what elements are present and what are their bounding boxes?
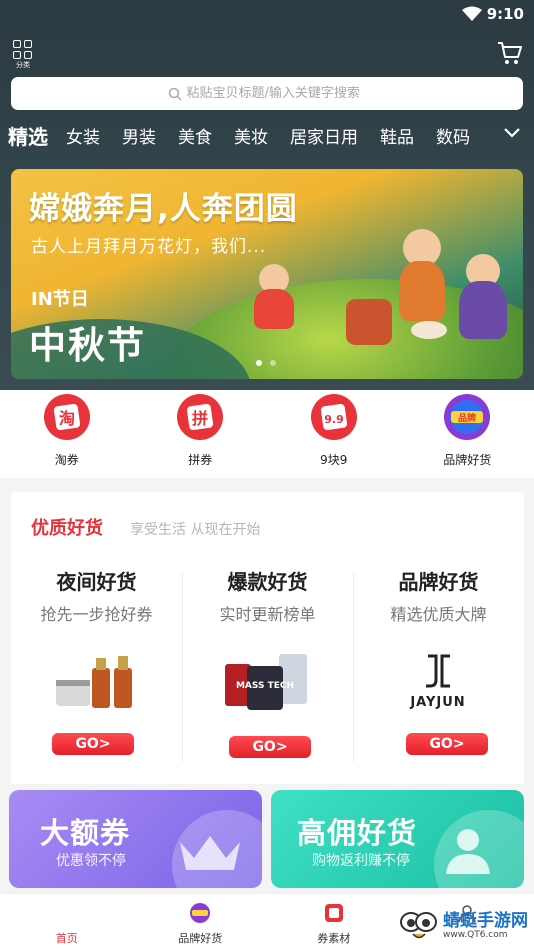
- brand-nav-icon: [190, 903, 211, 923]
- nav-label: 券素材: [317, 932, 351, 945]
- premium-brand[interactable]: 品牌好货 精选优质大牌 JAYJUN GO>: [353, 556, 524, 782]
- section-title: 优质好货: [31, 518, 103, 539]
- nine-nine-icon: 9.9: [310, 394, 357, 440]
- supplement-image: MASS TECH: [225, 654, 307, 710]
- product-label: MASS TECH: [236, 681, 294, 691]
- banner-tag: IN节日: [31, 289, 89, 310]
- quick-item-9-9[interactable]: 9.9 9块9: [267, 390, 401, 478]
- promo-title: 高佣好货: [297, 816, 418, 850]
- category-tabs: 精选 女装 男装 美食 美妆 居家日用 鞋品 数码: [0, 119, 534, 151]
- go-button[interactable]: GO>: [229, 736, 311, 758]
- watermark-url: www.QT6.com: [443, 930, 508, 940]
- picnic-basket: [346, 299, 392, 345]
- carousel-dot[interactable]: [270, 360, 276, 366]
- nav-home[interactable]: 首页: [0, 894, 134, 949]
- banner-carousel[interactable]: 嫦娥奔月,人奔团圆 古人上月拜月万花灯，我们... IN节日 中秋节: [11, 169, 523, 379]
- cart-icon[interactable]: [497, 40, 523, 66]
- nav-brand[interactable]: 品牌好货: [134, 894, 268, 949]
- chevron-down-icon[interactable]: [503, 124, 521, 142]
- tab-women[interactable]: 女装: [66, 123, 100, 148]
- quick-item-taobao[interactable]: 淘 淘券: [0, 390, 134, 478]
- tab-beauty[interactable]: 美妆: [234, 123, 268, 148]
- premium-col-title: 夜间好货: [56, 570, 137, 594]
- tab-men[interactable]: 男装: [122, 123, 156, 148]
- quick-item-pin[interactable]: 拼 拼券: [134, 390, 268, 478]
- tab-digital[interactable]: 数码: [436, 123, 470, 148]
- brand-logo: JAYJUN: [409, 654, 465, 710]
- premium-col-sub: 抢先一步抢好券: [40, 605, 153, 624]
- quick-label: 淘券: [54, 453, 79, 467]
- tab-featured[interactable]: 精选: [8, 121, 48, 150]
- watermark-name: 蜻蜓手游网: [443, 911, 528, 931]
- quick-glyph: 淘: [59, 409, 75, 428]
- premium-col-sub: 精选优质大牌: [390, 605, 487, 624]
- tab-home[interactable]: 居家日用: [290, 123, 358, 148]
- status-time: 9:10: [486, 5, 524, 23]
- nav-material[interactable]: 券素材: [267, 894, 401, 949]
- search-bar[interactable]: [11, 77, 523, 110]
- tab-shoes[interactable]: 鞋品: [380, 123, 414, 148]
- category-button[interactable]: 分类: [13, 40, 35, 69]
- tab-food[interactable]: 美食: [178, 123, 212, 148]
- category-label: 分类: [16, 61, 30, 69]
- wifi-icon: [462, 6, 482, 21]
- promo-title: 大额券: [40, 816, 131, 850]
- watermark: 蜻蜓手游网 www.QT6.com: [399, 908, 528, 944]
- banner-main-text: 中秋节: [29, 324, 146, 367]
- quick-label: 9块9: [320, 453, 348, 467]
- search-icon: [168, 87, 182, 101]
- quick-label: 拼券: [188, 453, 213, 467]
- promo-big-coupon[interactable]: 大额券 优惠领不停: [9, 790, 262, 888]
- quick-entries: 淘 淘券 拼 拼券 9.9 9块9 品牌 品牌好货: [0, 390, 534, 478]
- quick-glyph: 9.9: [324, 413, 344, 426]
- premium-col-sub: 实时更新榜单: [219, 605, 316, 624]
- promo-subtitle: 优惠领不停: [56, 853, 126, 869]
- carousel-dots: [256, 360, 276, 366]
- cosmetics-image: [56, 656, 132, 708]
- premium-col-title: 爆款好货: [227, 570, 308, 594]
- grid-icon: [13, 40, 35, 59]
- premium-night[interactable]: 夜间好货 抢先一步抢好券 GO>: [11, 556, 182, 782]
- quick-item-brand[interactable]: 品牌 品牌好货: [401, 390, 534, 478]
- premium-hot[interactable]: 爆款好货 实时更新榜单 MASS TECH GO>: [182, 556, 353, 782]
- group-coupon-icon: 拼: [177, 394, 224, 440]
- coupon-material-icon: [324, 904, 343, 922]
- premium-goods-card: 优质好货 享受生活 从现在开始 夜间好货 抢先一步抢好券 GO> 爆款好货 实时…: [11, 492, 524, 784]
- dragonfly-logo-icon: [400, 912, 437, 939]
- promo-high-commission[interactable]: 高佣好货 购物返利赚不停: [271, 790, 524, 888]
- quick-label: 品牌好货: [443, 453, 492, 467]
- nav-label: 品牌好货: [178, 932, 223, 945]
- go-button[interactable]: GO>: [52, 733, 134, 755]
- search-input[interactable]: [186, 86, 367, 101]
- carousel-dot[interactable]: [256, 360, 262, 366]
- home-icon: [56, 902, 78, 924]
- go-button[interactable]: GO>: [406, 733, 488, 755]
- section-subtitle: 享受生活 从现在开始: [130, 522, 261, 538]
- brand-sale-icon: 品牌: [444, 394, 491, 440]
- status-bar: 9:10: [0, 0, 534, 30]
- premium-col-title: 品牌好货: [398, 570, 479, 594]
- banner-subtitle: 古人上月拜月万花灯，我们...: [31, 237, 267, 257]
- promo-subtitle: 购物返利赚不停: [312, 853, 410, 869]
- taobao-coupon-icon: 淘: [43, 394, 90, 440]
- user-icon: [446, 829, 490, 874]
- banner-title: 嫦娥奔月,人奔团圆: [29, 191, 298, 227]
- brand-name: JAYJUN: [409, 695, 465, 710]
- nav-label: 首页: [55, 932, 78, 945]
- quick-glyph: 拼: [192, 409, 208, 428]
- crown-icon: [180, 836, 240, 870]
- quick-glyph: 品牌: [458, 412, 476, 424]
